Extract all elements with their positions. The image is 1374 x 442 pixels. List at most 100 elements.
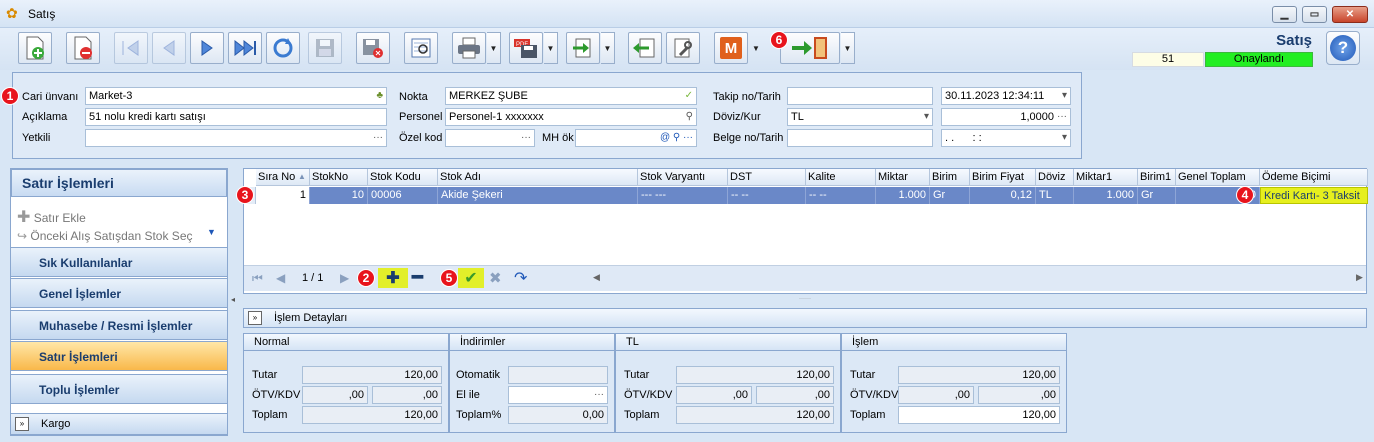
tools-button[interactable] [666, 32, 700, 64]
add-row-action[interactable]: ✚ Satır Ekle [17, 207, 86, 227]
cell-kalite[interactable]: -- -- [806, 187, 876, 204]
print-icon [458, 37, 480, 59]
expand-down-icon[interactable]: ▼ [207, 227, 216, 237]
sidebar-section-row-operations[interactable]: Satır İşlemleri [10, 341, 228, 371]
person-lookup-icon[interactable]: ⚲ [686, 111, 693, 122]
cell-stok-kodu[interactable]: 00006 [368, 187, 438, 204]
sidebar-section-general[interactable]: Genel İşlemler [10, 278, 228, 308]
islem-toplam-input[interactable]: 120,00 [898, 406, 1060, 424]
yetkili-input[interactable]: ··· [85, 129, 387, 147]
sidebar-section-accounting[interactable]: Muhasebe / Resmi İşlemler [10, 310, 228, 340]
pdf-export-button[interactable]: PDF [509, 32, 543, 64]
chevron-down-icon[interactable]: ▾ [1062, 90, 1067, 101]
table-row[interactable]: 1 10 00006 Akide Şekeri --- --- -- -- -- -- 1.0… [256, 169, 1368, 205]
previous-record-button[interactable] [152, 32, 186, 64]
first-record-button[interactable] [114, 32, 148, 64]
next-record-button[interactable] [190, 32, 224, 64]
sidebar-section-favorites[interactable]: Sık Kullanılanlar [10, 247, 228, 277]
tl-toplam-value: 120,00 [676, 406, 834, 424]
chevron-down-icon[interactable]: ▾ [1062, 132, 1067, 143]
belge-input[interactable] [787, 129, 933, 147]
ellipsis-icon[interactable]: ··· [594, 389, 604, 400]
undo-icon: ↪ [17, 229, 28, 243]
append-row-button[interactable]: ✚ [378, 268, 408, 288]
expand-toggle-icon[interactable]: » [248, 311, 262, 325]
islem-tutar-label: Tutar [850, 369, 876, 381]
scroll-left-icon[interactable]: ◀ [593, 272, 600, 283]
splitter-handle[interactable]: ······ [243, 296, 1367, 303]
cell-stok-varyanti[interactable]: --- --- [638, 187, 728, 204]
ozelkod-input[interactable]: ··· [445, 129, 535, 147]
elile-label: El ile [456, 389, 480, 401]
cancel-edit-icon[interactable]: ✖ [489, 269, 502, 287]
cell-miktar1[interactable]: 1.000 [1074, 187, 1138, 204]
cari-input[interactable]: Market-3 ♣ [85, 87, 387, 105]
ellipsis-icon[interactable]: ··· [1057, 111, 1067, 122]
exit-dropdown-button[interactable]: ▼ [841, 32, 855, 64]
scroll-right-icon[interactable]: ▶ [1356, 272, 1363, 283]
customer-lookup-icon[interactable]: ♣ [376, 90, 383, 101]
maximize-button[interactable]: ▭ [1302, 6, 1327, 23]
chevron-down-icon: ▾ [923, 111, 929, 122]
close-button[interactable]: ✕ [1332, 6, 1368, 23]
nav-next-icon[interactable]: ▶ [340, 271, 349, 285]
ellipsis-icon[interactable]: ··· [521, 132, 531, 143]
ellipsis-icon[interactable]: ··· [373, 132, 383, 143]
sidebar-section-bulk[interactable]: Toplu İşlemler [10, 374, 228, 404]
tl-tutar-value: 120,00 [676, 366, 834, 384]
cell-sira-no[interactable]: 1 [256, 187, 310, 204]
redo-icon[interactable]: ↷ [514, 268, 527, 288]
elile-input[interactable]: ··· [508, 386, 608, 404]
takip-date-input[interactable]: 30.11.2023 12:34:11 ▾ [941, 87, 1071, 105]
pdf-dropdown-button[interactable]: ▼ [544, 32, 558, 64]
cell-birim1[interactable]: Gr [1138, 187, 1176, 204]
cell-odeme-bicimi[interactable]: Kredi Kartı- 3 Taksit [1260, 187, 1368, 204]
details-toggle[interactable]: » İşlem Detayları [243, 308, 1367, 328]
m-button[interactable]: M [714, 32, 748, 64]
preview-button[interactable] [404, 32, 438, 64]
cell-birim-fiyat[interactable]: 0,12 [970, 187, 1036, 204]
refresh-button[interactable] [266, 32, 300, 64]
exit-button[interactable] [780, 32, 840, 64]
tl-kdv-value: ,00 [756, 386, 834, 404]
cell-stok-adi[interactable]: Akide Şekeri [438, 187, 638, 204]
minimize-button[interactable]: ▁ [1272, 6, 1297, 23]
personel-input[interactable]: Personel-1 xxxxxxx ⚲ [445, 108, 697, 126]
cari-label: Cari ünvanı [22, 91, 79, 103]
cell-miktar[interactable]: 1.000 [876, 187, 930, 204]
cell-stok-no[interactable]: 10 [310, 187, 368, 204]
import-button[interactable] [628, 32, 662, 64]
takip-input[interactable] [787, 87, 933, 105]
cell-dst[interactable]: -- -- [728, 187, 806, 204]
delete-row-icon[interactable]: ━ [412, 267, 423, 288]
cell-birim[interactable]: Gr [930, 187, 970, 204]
aciklama-input[interactable]: 51 nolu kredi kartı satışı [85, 108, 387, 126]
save-cancel-button[interactable] [356, 32, 390, 64]
print-button[interactable] [452, 32, 486, 64]
help-button[interactable]: ? [1326, 31, 1360, 65]
nav-prev-icon[interactable]: ◀ [276, 271, 285, 285]
save-button[interactable] [308, 32, 342, 64]
print-dropdown-button[interactable]: ▼ [487, 32, 501, 64]
belge-date-input[interactable]: . . : : ▾ [941, 129, 1071, 147]
transfer-button[interactable] [566, 32, 600, 64]
new-document-button[interactable] [18, 32, 52, 64]
mhok-input[interactable]: @ ⚲ ··· [575, 129, 697, 147]
collapse-toggle-icon[interactable]: » [15, 417, 29, 431]
previous-stock-action[interactable]: ↪ Önceki Alış Satışdan Stok Seç [17, 229, 193, 243]
nokta-input[interactable]: MERKEZ ŞUBE ✓ [445, 87, 697, 105]
add-row-label: Satır Ekle [33, 211, 86, 225]
splitter-arrow-icon[interactable]: ◂ [231, 295, 235, 304]
delete-document-button[interactable] [66, 32, 100, 64]
transfer-dropdown-button[interactable]: ▼ [601, 32, 615, 64]
m-dropdown-button[interactable]: ▼ [749, 32, 763, 64]
islem-title: İşlem [842, 334, 1066, 351]
sidebar-footer[interactable]: » Kargo [10, 413, 228, 435]
last-record-button[interactable] [228, 32, 262, 64]
nav-first-icon[interactable]: ⏮ [252, 271, 263, 286]
cell-doviz[interactable]: TL [1036, 187, 1074, 204]
post-edit-button[interactable]: ✔ [458, 268, 484, 288]
at-email-icon[interactable]: @ ⚲ ··· [660, 132, 693, 143]
doviz-select[interactable]: TL ▾ [787, 108, 933, 126]
kur-input[interactable]: 1,0000 ··· [941, 108, 1071, 126]
